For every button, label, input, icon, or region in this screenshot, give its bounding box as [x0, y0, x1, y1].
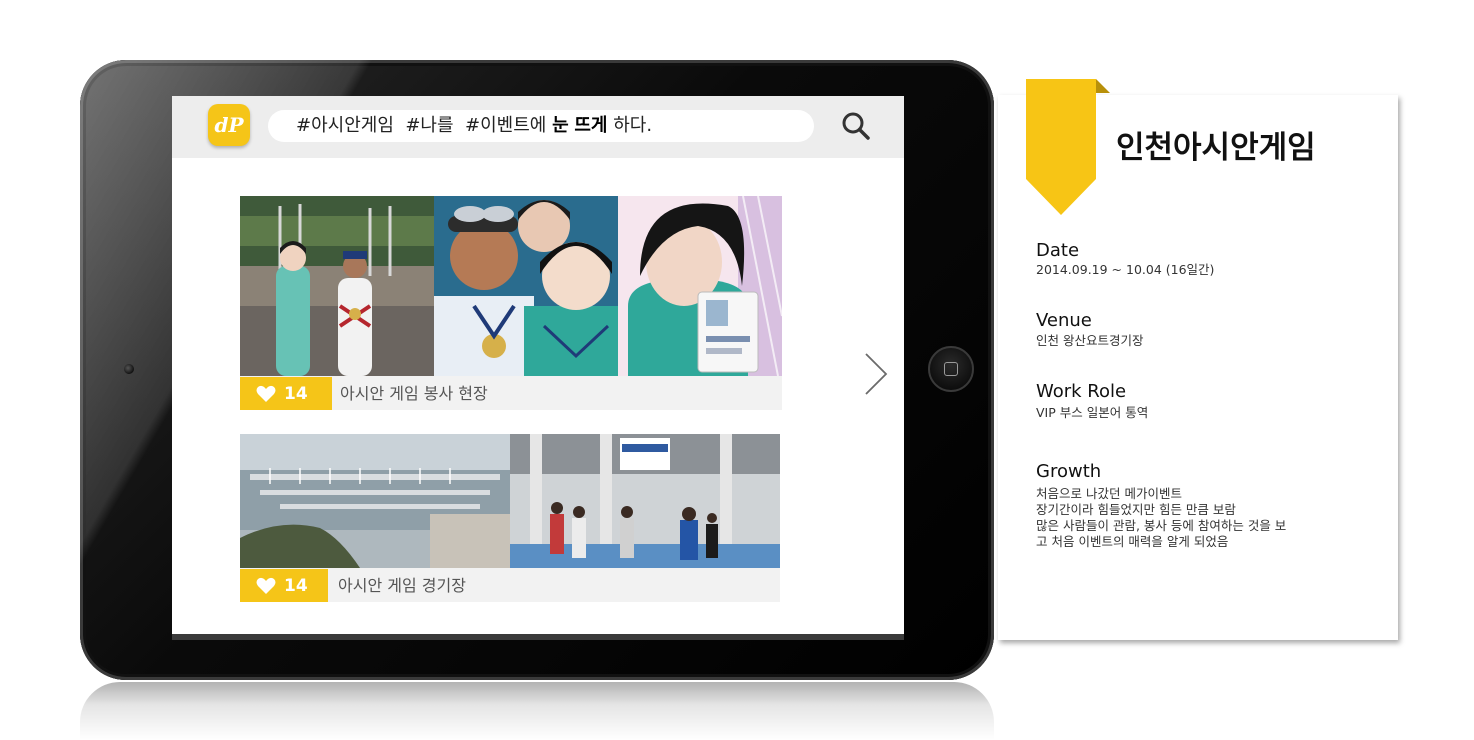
heart-icon	[256, 385, 276, 402]
tablet-reflection	[80, 682, 994, 740]
search-icon[interactable]	[840, 110, 872, 142]
hashtag-me: #나를	[405, 115, 454, 136]
panel-title: 인천아시안게임	[1116, 130, 1316, 166]
camera-icon	[124, 364, 134, 374]
info-label-work-role: Work Role	[1036, 381, 1127, 402]
info-value-growth-line: 고 처음 이벤트의 매력을 알게 되었음	[1036, 534, 1229, 549]
hashtag-event: #이벤트에	[465, 115, 547, 136]
top-bar: dP #아시안게임 #나를 #이벤트에 눈 뜨게 하다.	[172, 96, 904, 158]
info-value-date: 2014.09.19 ~ 10.04 (16일간)	[1036, 262, 1215, 277]
post-caption: 아시안 게임 봉사 현장	[340, 384, 488, 403]
home-square-icon	[944, 362, 958, 376]
info-label-date: Date	[1036, 240, 1080, 261]
photo-volunteers-marina[interactable]	[240, 196, 434, 376]
hashtag-search-bar[interactable]: #아시안게임 #나를 #이벤트에 눈 뜨게 하다.	[268, 110, 814, 142]
emphasis-open: 뜨게	[574, 115, 608, 136]
post-caption: 아시안 게임 경기장	[338, 576, 466, 595]
info-value-venue: 인천 왕산요트경기장	[1036, 333, 1144, 348]
info-value-growth-line: 처음으로 나갔던 메가이벤트	[1036, 486, 1182, 501]
post-card[interactable]: 14 아시안 게임 경기장	[240, 434, 780, 602]
photo-indoor-booth[interactable]	[510, 434, 780, 568]
info-value-work-role: VIP 부스 일본어 통역	[1036, 405, 1149, 420]
info-value-growth-line: 장기간이라 힘들었지만 힘든 만큼 보람	[1036, 502, 1236, 517]
hashtag-asian-games: #아시안게임	[296, 115, 394, 136]
app-logo[interactable]: dP	[208, 104, 250, 146]
chevron-right-icon[interactable]	[862, 352, 890, 396]
screen-bottom-edge	[172, 634, 904, 640]
home-button[interactable]	[928, 346, 974, 392]
tablet-screen: dP #아시안게임 #나를 #이벤트에 눈 뜨게 하다. 14 아시안 게임 봉…	[172, 96, 904, 640]
info-value-growth-line: 많은 사람들이 관람, 봉사 등에 참여하는 것을 보	[1036, 518, 1287, 533]
slogan-tail: 하다.	[613, 115, 653, 136]
emphasis-eye: 눈	[552, 115, 569, 136]
photo-volunteer-badge[interactable]	[618, 196, 782, 376]
info-label-venue: Venue	[1036, 310, 1092, 331]
like-count: 14	[284, 383, 308, 404]
like-count: 14	[284, 575, 308, 596]
like-badge[interactable]: 14	[240, 569, 328, 602]
bookmark-ribbon-icon	[1026, 79, 1110, 215]
like-badge[interactable]: 14	[240, 377, 332, 410]
photo-selfie-medal[interactable]	[434, 196, 618, 376]
info-label-growth: Growth	[1036, 461, 1102, 482]
heart-icon	[256, 577, 276, 594]
post-card[interactable]: 14 아시안 게임 봉사 현장	[240, 196, 782, 410]
photo-marina-venue[interactable]	[240, 434, 510, 568]
